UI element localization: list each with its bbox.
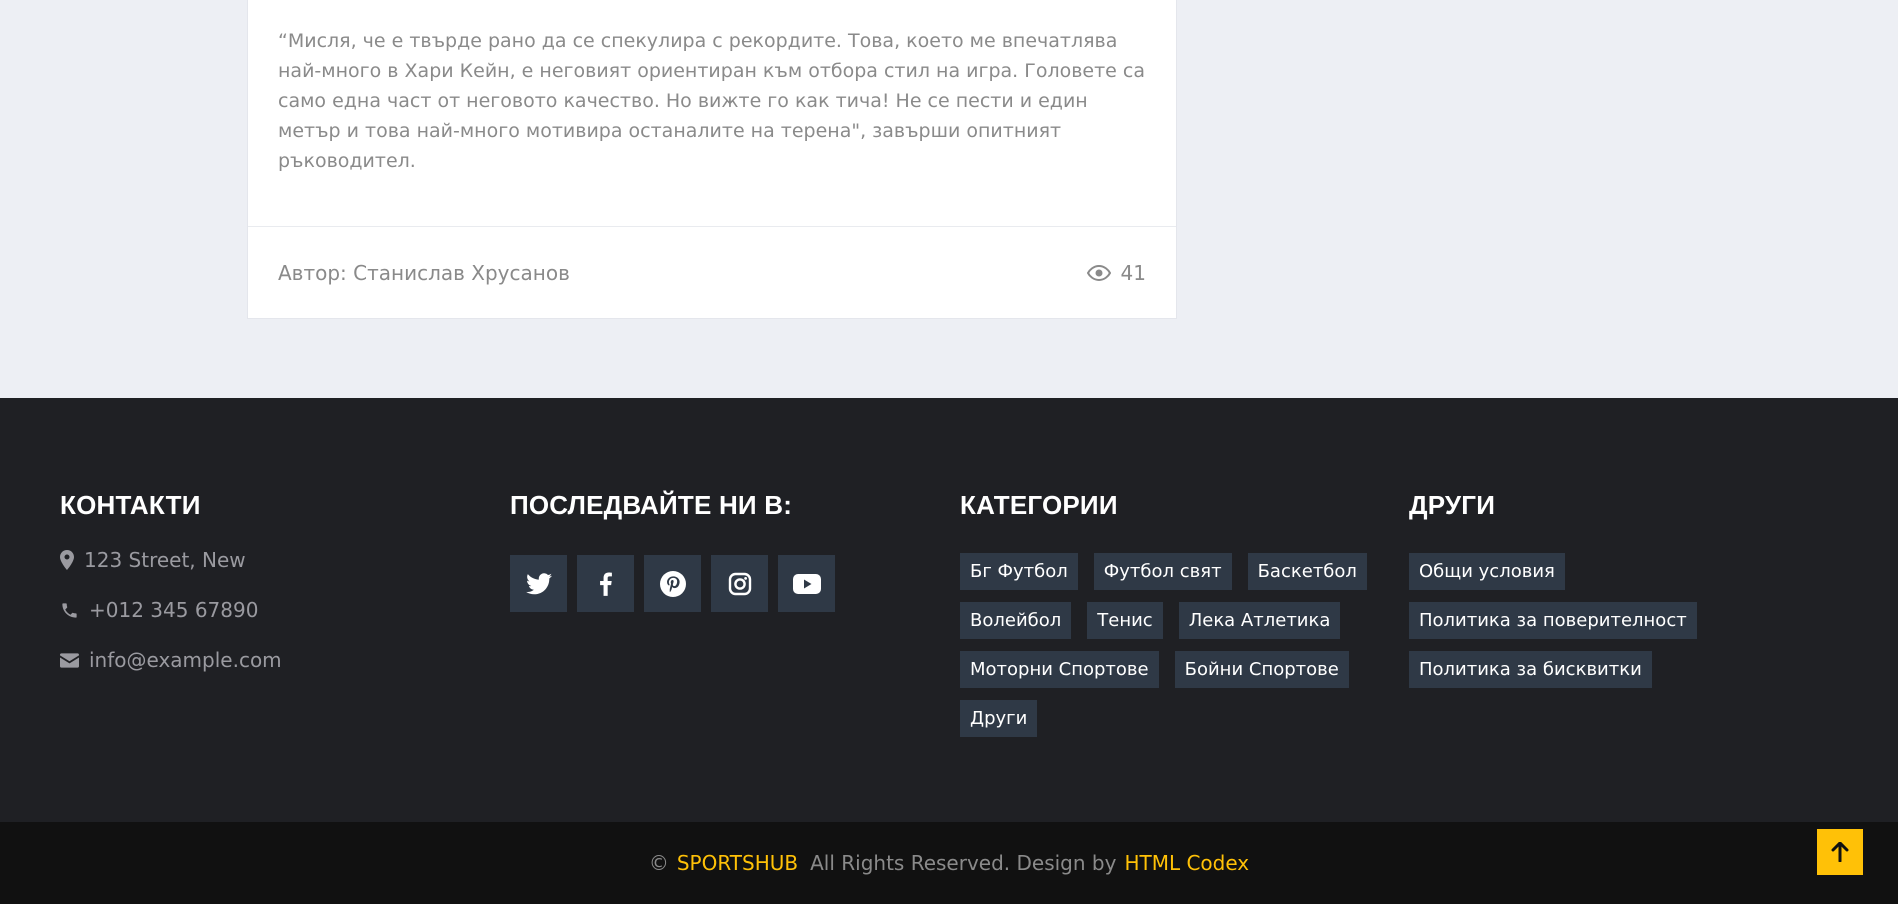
contact-email: info@example.com bbox=[60, 645, 282, 675]
map-marker-icon bbox=[60, 550, 74, 570]
category-tag[interactable]: Бойни Спортове bbox=[1174, 651, 1349, 688]
category-tag[interactable]: Моторни Спортове bbox=[960, 651, 1159, 688]
contact-phone: +012 345 67890 bbox=[60, 595, 282, 625]
facebook-button[interactable] bbox=[577, 555, 634, 612]
others-list: Общи условия Политика за поверителност П… bbox=[1409, 553, 1697, 688]
views-count: 41 bbox=[1120, 261, 1146, 285]
categories-list: Бг Футбол Футбол свят Баскетбол Волейбол… bbox=[960, 553, 1380, 737]
article-views: 41 bbox=[1086, 261, 1146, 285]
pinterest-button[interactable] bbox=[644, 555, 701, 612]
eye-icon bbox=[1086, 265, 1111, 281]
brand-link[interactable]: SPORTSHUB bbox=[677, 851, 798, 875]
article-card-footer: Автор: Станислав Хрусанов 41 bbox=[248, 226, 1176, 318]
article-card: “Мисля, че е твърде рано да се спекулира… bbox=[247, 0, 1177, 319]
category-tag[interactable]: Лека Атлетика bbox=[1178, 602, 1341, 639]
pinterest-icon bbox=[659, 570, 686, 597]
copyright-middle: All Rights Reserved. Design by bbox=[810, 851, 1117, 875]
twitter-icon bbox=[525, 572, 552, 594]
back-to-top-button[interactable] bbox=[1817, 829, 1863, 875]
contacts-title: КОНТАКТИ bbox=[60, 490, 201, 520]
instagram-button[interactable] bbox=[711, 555, 768, 612]
article-area: “Мисля, че е твърде рано да се спекулира… bbox=[0, 0, 1898, 398]
arrow-up-icon bbox=[1831, 842, 1849, 862]
contact-phone-text: +012 345 67890 bbox=[89, 598, 259, 622]
social-links bbox=[510, 555, 835, 612]
category-tag[interactable]: Бг Футбол bbox=[960, 553, 1078, 590]
footer-contacts: КОНТАКТИ 123 Street, New +012 345 67890 … bbox=[60, 490, 282, 675]
facebook-icon bbox=[600, 572, 612, 596]
envelope-icon bbox=[60, 652, 79, 668]
article-author: Автор: Станислав Хрусанов bbox=[278, 261, 570, 285]
contacts-list: 123 Street, New +012 345 67890 info@exam… bbox=[60, 545, 282, 675]
follow-title: ПОСЛЕДВАЙТЕ НИ В: bbox=[510, 490, 793, 520]
copyright-text: © SPORTSHUB All Rights Reserved. Design … bbox=[0, 822, 1898, 904]
category-tag[interactable]: Баскетбол bbox=[1247, 553, 1367, 590]
footer-categories: КАТЕГОРИИ Бг Футбол Футбол свят Баскетбо… bbox=[960, 490, 1380, 737]
instagram-icon bbox=[728, 572, 751, 595]
categories-title: КАТЕГОРИИ bbox=[960, 490, 1118, 520]
footer-others: ДРУГИ Общи условия Политика за поверител… bbox=[1409, 490, 1697, 688]
category-tag[interactable]: Волейбол bbox=[960, 602, 1072, 639]
others-link[interactable]: Общи условия bbox=[1409, 553, 1565, 590]
designer-link[interactable]: HTML Codex bbox=[1124, 851, 1249, 875]
twitter-button[interactable] bbox=[510, 555, 567, 612]
category-tag[interactable]: Футбол свят bbox=[1093, 553, 1232, 590]
youtube-icon bbox=[792, 573, 821, 594]
youtube-button[interactable] bbox=[778, 555, 835, 612]
copyright-bar: © SPORTSHUB All Rights Reserved. Design … bbox=[0, 822, 1898, 904]
phone-icon bbox=[62, 602, 77, 618]
contact-email-text: info@example.com bbox=[89, 648, 282, 672]
site-footer: КОНТАКТИ 123 Street, New +012 345 67890 … bbox=[0, 398, 1898, 822]
contact-address-text: 123 Street, New bbox=[84, 548, 246, 572]
others-link[interactable]: Политика за бисквитки bbox=[1409, 651, 1652, 688]
copyright-symbol: © bbox=[648, 851, 669, 875]
contact-address: 123 Street, New bbox=[60, 545, 282, 575]
others-link[interactable]: Политика за поверителност bbox=[1409, 602, 1697, 639]
article-quote: “Мисля, че е твърде рано да се спекулира… bbox=[278, 30, 1145, 172]
others-title: ДРУГИ bbox=[1409, 490, 1496, 520]
category-tag[interactable]: Тенис bbox=[1087, 602, 1163, 639]
footer-follow: ПОСЛЕДВАЙТЕ НИ В: bbox=[510, 490, 835, 612]
category-tag[interactable]: Други bbox=[960, 700, 1038, 737]
